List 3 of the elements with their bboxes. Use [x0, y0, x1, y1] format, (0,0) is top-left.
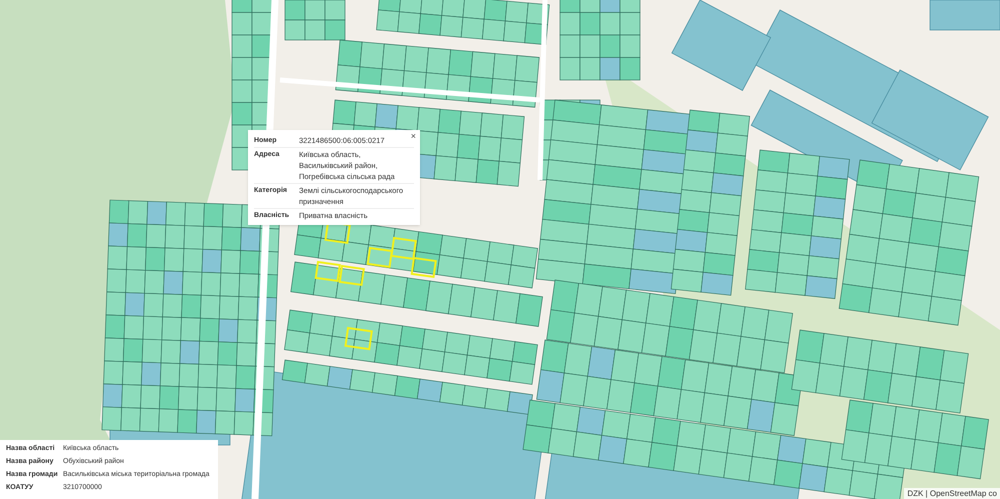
map-attribution: DZK | OpenStreetMap co	[904, 488, 1000, 499]
close-button[interactable]: ×	[410, 130, 416, 142]
map-drawing[interactable]	[0, 0, 1000, 499]
